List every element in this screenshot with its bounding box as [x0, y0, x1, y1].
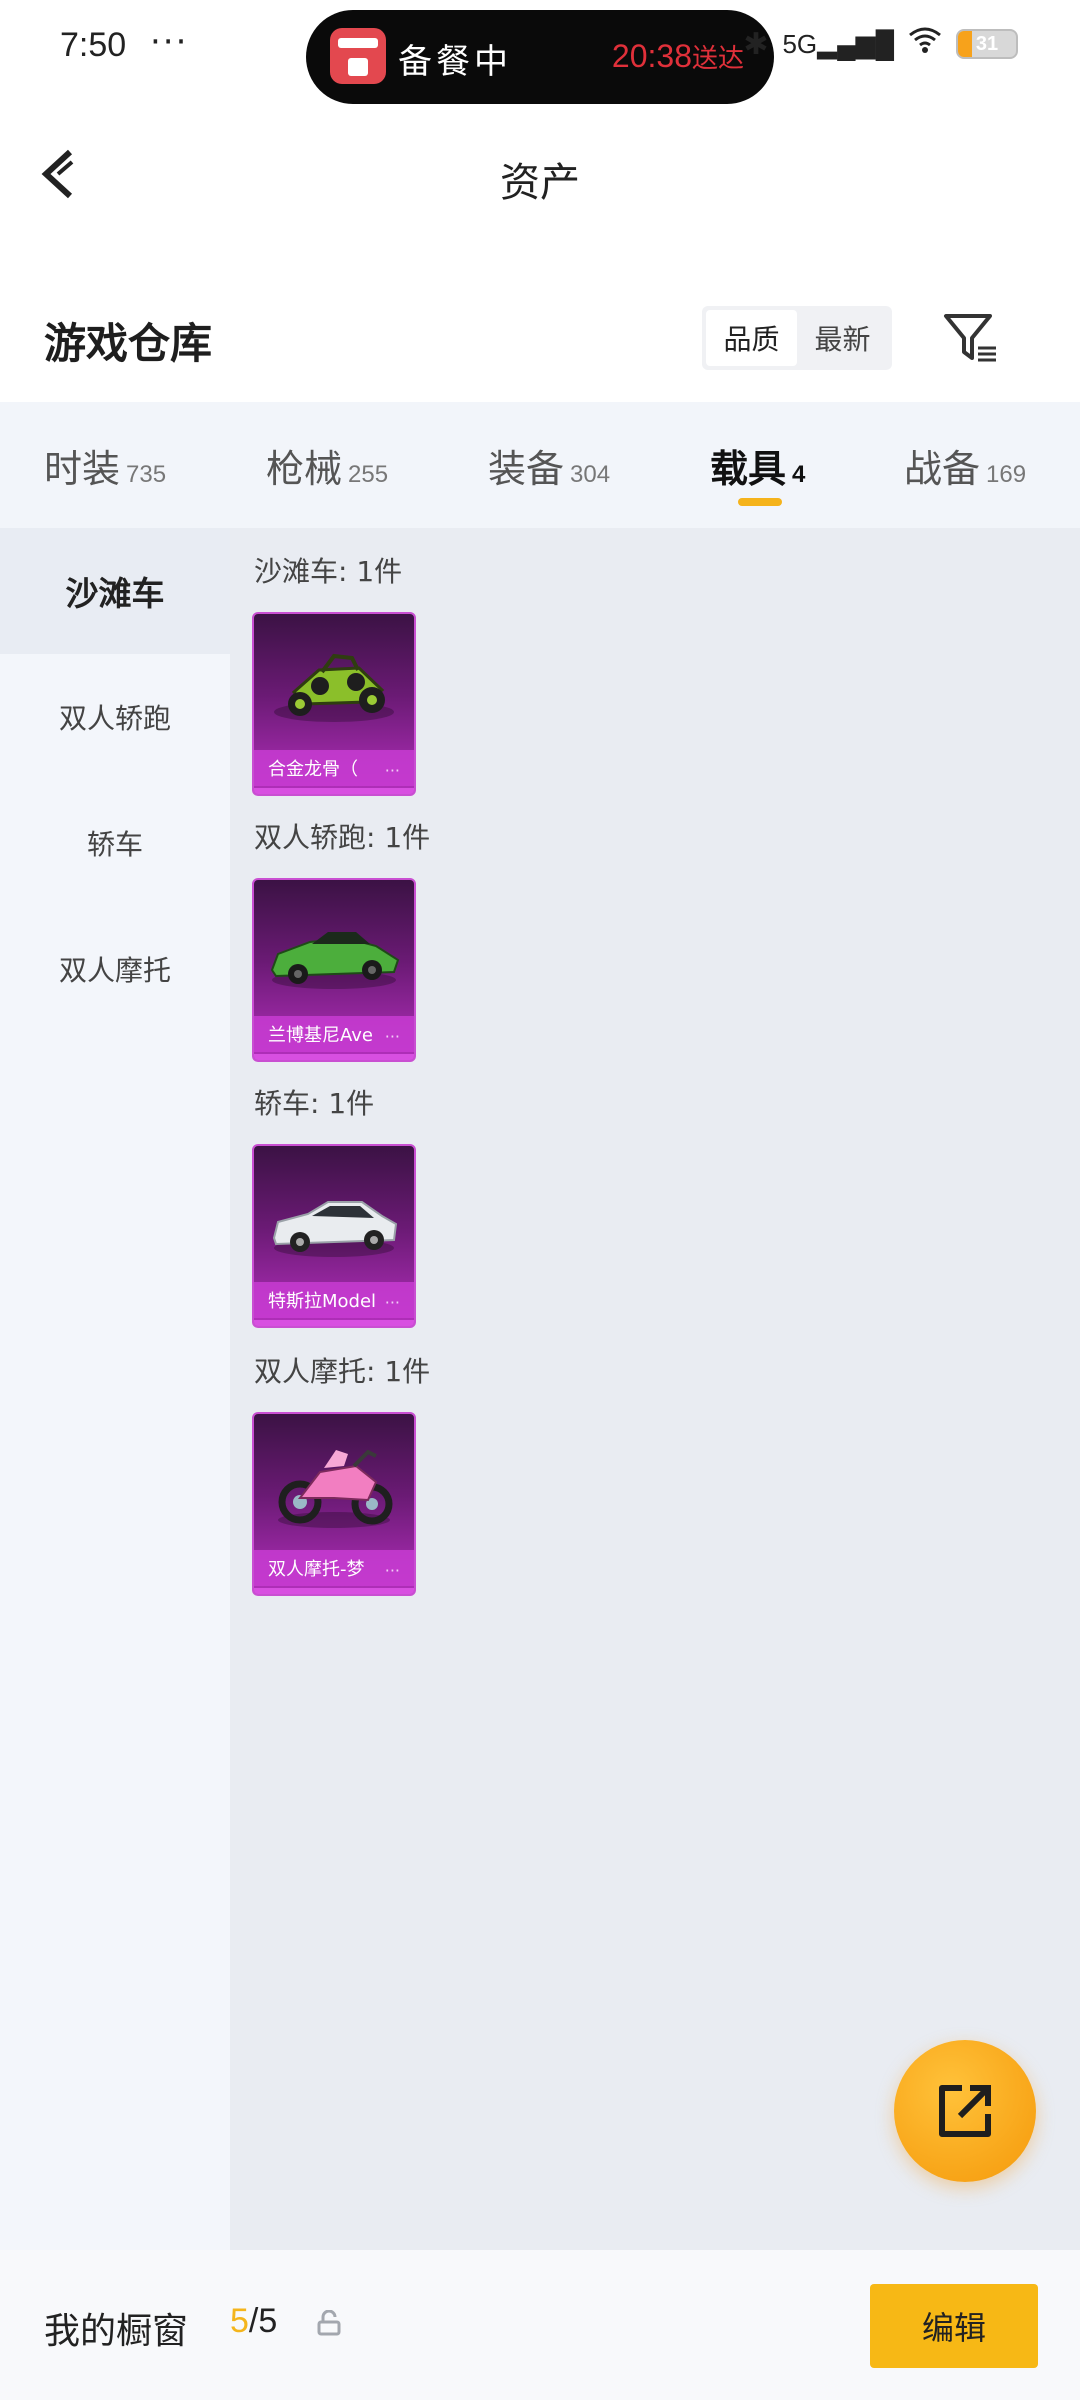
bluetooth-icon: ✱ [743, 26, 769, 62]
eta-suffix: 送达 [691, 43, 744, 73]
item-card-sedan[interactable]: 特斯拉Model ··· [252, 1144, 416, 1328]
sort-option-newest[interactable]: 最新 [797, 310, 888, 366]
more-indicator: ··· [384, 1561, 400, 1580]
battery-icon: 31 [956, 29, 1018, 59]
group-title: 沙滩车: 1件 [254, 555, 403, 588]
tab-supplies[interactable]: 战备 169 [904, 438, 1026, 493]
showcase-count-current: 5 [230, 2302, 249, 2340]
status-bar: 7:50 ··· 备餐中 20:38送达 ✱ 5G▂▄▆█ 31 [0, 0, 1080, 104]
sort-toggle: 品质 最新 [702, 306, 892, 370]
tab-label: 装备 [488, 447, 565, 491]
live-activity-status: 备餐中 [398, 42, 512, 82]
active-tab-indicator [738, 498, 782, 506]
more-indicator: ··· [384, 1293, 400, 1312]
sidebar-item-sedan[interactable]: 轿车 [0, 780, 230, 906]
item-card-coupe[interactable]: 兰博基尼Ave ··· [252, 878, 416, 1062]
page-title: 资产 [500, 160, 580, 206]
eta-time: 20:38 [611, 38, 692, 74]
signal-icon: 5G▂▄▆█ [782, 28, 894, 59]
wifi-icon [908, 26, 942, 62]
group-title: 双人摩托: 1件 [254, 1355, 431, 1388]
lock-icon[interactable] [316, 2310, 342, 2336]
tab-count: 4 [792, 461, 806, 488]
tab-count: 169 [986, 461, 1027, 488]
motorcycle-icon [278, 1449, 393, 1528]
group-title: 轿车: 1件 [254, 1087, 375, 1120]
vehicle-list: 沙滩车: 1件 合金龙骨（ ··· 双人轿跑: 1件 兰博基尼Ave ··· 轿… [230, 528, 1080, 2250]
battery-level: 31 [975, 33, 999, 55]
status-time: 7:50 [60, 26, 127, 64]
edit-button[interactable]: 编辑 [870, 2284, 1038, 2368]
external-link-icon [939, 2085, 991, 2137]
tab-label: 战备 [904, 447, 981, 491]
tab-fashion[interactable]: 时装 735 [44, 438, 166, 493]
tab-count: 735 [126, 461, 167, 488]
sidebar-item-beach-buggy[interactable]: 沙滩车 [0, 528, 230, 654]
tab-equipment[interactable]: 装备 304 [488, 438, 610, 493]
filter-icon [944, 314, 996, 362]
item-card-motorcycle[interactable]: 双人摩托-梦 ··· [252, 1412, 416, 1596]
category-tabs: 时装 735 枪械 255 装备 304 载具 4 战备 169 [0, 402, 1080, 528]
item-name: 兰博基尼Ave [268, 1025, 373, 1046]
tab-label: 枪械 [266, 447, 343, 491]
store-icon [330, 28, 386, 84]
filter-button[interactable] [940, 308, 1000, 368]
sidebar-item-two-seat-coupe[interactable]: 双人轿跑 [0, 654, 230, 780]
section-title: 游戏仓库 [44, 319, 213, 368]
sort-option-quality[interactable]: 品质 [706, 310, 797, 366]
showcase-count-total: /5 [248, 2302, 278, 2340]
showcase-label: 我的橱窗 [44, 2311, 189, 2352]
system-icons: ✱ 5G▂▄▆█ 31 [743, 26, 1018, 62]
live-activity-eta: 20:38送达 [612, 38, 744, 75]
sidebar-item-two-seat-motorcycle[interactable]: 双人摩托 [0, 906, 230, 1032]
assets-page: 7:50 ··· 备餐中 20:38送达 ✱ 5G▂▄▆█ 31 资产 游戏仓库… [0, 0, 1080, 2400]
item-name: 双人摩托-梦 [268, 1559, 365, 1580]
share-fab[interactable] [894, 2040, 1036, 2182]
tab-count: 255 [348, 461, 389, 488]
buggy-icon [274, 653, 394, 722]
tab-label: 时装 [44, 447, 121, 491]
showcase-bar: 我的橱窗 5/5 编辑 [0, 2250, 1080, 2400]
tab-label: 载具 [710, 447, 787, 491]
sports-car-icon [270, 932, 400, 989]
status-more-icon: ··· [150, 22, 189, 62]
item-name: 特斯拉Model [268, 1291, 377, 1312]
item-card-buggy[interactable]: 合金龙骨（ ··· [252, 612, 416, 796]
more-indicator: ··· [384, 761, 400, 780]
tab-firearms[interactable]: 枪械 255 [266, 438, 388, 493]
showcase-count: 5/5 [230, 2302, 277, 2341]
tab-count: 304 [570, 461, 611, 488]
tab-vehicles[interactable]: 载具 4 [710, 438, 805, 493]
network-type: 5G [782, 28, 818, 59]
live-activity-pill[interactable]: 备餐中 20:38送达 [306, 10, 774, 104]
more-indicator: ··· [384, 1027, 400, 1046]
item-name: 合金龙骨（ [268, 759, 358, 780]
subcategory-sidebar: 沙滩车 双人轿跑 轿车 双人摩托 [0, 528, 230, 2250]
sedan-icon [272, 1201, 398, 1257]
group-title: 双人轿跑: 1件 [254, 821, 431, 854]
navigation-bar: 资产 [0, 110, 1080, 240]
